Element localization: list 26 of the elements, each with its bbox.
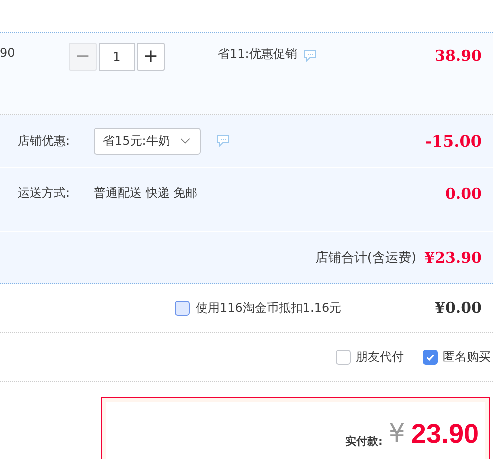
coins-checkbox[interactable]	[175, 300, 190, 316]
shop-total-label: 店铺合计(含运费)	[315, 250, 417, 266]
message-icon[interactable]	[217, 135, 230, 147]
caret-icon	[180, 138, 192, 144]
payment-label: 实付款:	[345, 434, 383, 449]
option-label[interactable]: 朋友代付	[356, 348, 404, 366]
price-text: 90	[0, 46, 16, 60]
increase-button[interactable]: +	[137, 43, 165, 71]
shop-total-amount: ¥23.90	[424, 248, 482, 266]
shipping-amount: 0.00	[445, 185, 482, 203]
coins-amount: ¥0.00	[435, 299, 482, 317]
discount-label: 店铺优惠:	[17, 132, 72, 150]
currency-sign: ¥	[388, 418, 406, 450]
discount-dropdown[interactable]: 省15元:牛奶	[94, 128, 201, 154]
promotion-text: 省11:优惠促销	[218, 46, 298, 63]
checkbox[interactable]	[423, 350, 438, 364]
subtotal-price: 38.90	[435, 47, 482, 65]
message-icon[interactable]	[304, 50, 318, 62]
discount-amount: -15.00	[425, 132, 482, 150]
shipping-method: 普通配送 快递 免邮	[94, 185, 198, 202]
option-label[interactable]: 匿名购买	[443, 348, 491, 366]
payment-amount: 23.90	[411, 418, 479, 450]
coins-label[interactable]: 使用116淘金币抵扣1.16元	[196, 300, 342, 316]
shipping-label: 运送方式:	[17, 185, 72, 202]
quantity-field[interactable]: 1	[99, 43, 135, 71]
checkbox[interactable]	[336, 350, 351, 364]
